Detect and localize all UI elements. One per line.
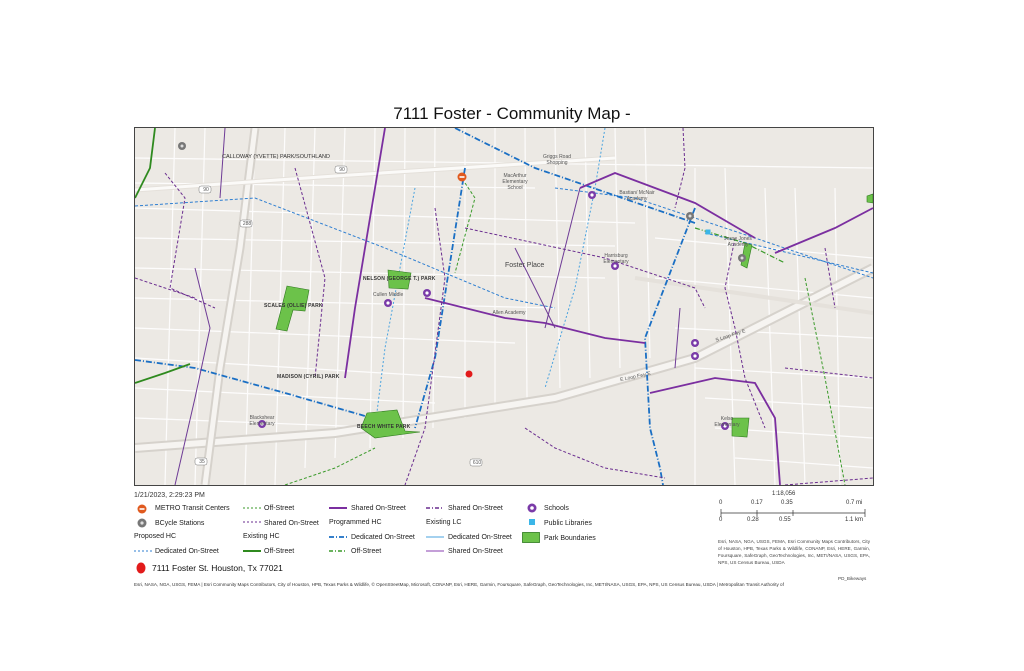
legend-shared-1: Shared On-Street xyxy=(264,520,319,527)
label-cullen: Cullen Middle xyxy=(373,292,404,298)
legend-existing-lc: Existing LC xyxy=(426,519,462,526)
legend-offstreet-1: Off-Street xyxy=(264,505,295,512)
legend-metro: METRO Transit Centers xyxy=(155,505,230,512)
scale-ratio: 1:18,056 xyxy=(772,491,796,497)
legend-bcycle: BCycle Stations xyxy=(155,520,205,527)
shared-dashdot-swatch xyxy=(426,507,444,509)
attribution-right: Esri, NASA, NGA, USGS, FEMA, Esri Commun… xyxy=(718,539,870,565)
scale-km-1: 0.28 xyxy=(747,517,759,523)
label-nelson-park: NELSON (GEORGE T.) PARK xyxy=(363,276,436,282)
park-edge xyxy=(866,193,873,204)
scale-mi-2: 0.35 xyxy=(781,500,793,506)
label-macarthur: MacArthur Elementary School xyxy=(502,173,528,191)
label-hwy-90-b: 90 xyxy=(339,167,345,173)
address-marker[interactable] xyxy=(465,370,473,378)
label-harrisburg: Harrisburg Elementary xyxy=(603,253,629,265)
label-calloway-park: CALLOWAY (YVETTE) PARK/SOUTHLAND xyxy=(222,154,330,160)
timestamp: 1/21/2023, 2:29:23 PM xyxy=(134,492,205,499)
legend-proposed-hc: Proposed HC xyxy=(134,533,177,540)
label-hwy-35: 35 xyxy=(199,459,205,465)
legend-existing-lc-shared: Shared On-Street xyxy=(448,548,503,555)
label-madison-park: MADISON (CYRIL) PARK xyxy=(277,374,340,380)
library-legend-icon xyxy=(529,519,535,525)
bcycle-icon xyxy=(178,142,186,150)
bcycle-icon xyxy=(738,254,746,262)
legend-parks: Park Boundaries xyxy=(544,535,596,542)
label-beech-white-park: BEECH WHITE PARK xyxy=(357,424,411,430)
label-griggs: Griggs Road Shopping xyxy=(542,154,572,166)
school-icon xyxy=(423,289,431,297)
school-icon xyxy=(691,339,699,347)
legend-shared-2: Shared On-Street xyxy=(351,505,406,512)
label-blackshear: Blackshear Elementary xyxy=(249,415,275,427)
scale-km-2: 0.55 xyxy=(779,517,791,523)
address-legend-icon xyxy=(136,562,146,574)
existing-lc-dedicated-swatch xyxy=(426,536,444,538)
pd-bikeways-label: PD_Bikeways xyxy=(838,576,867,581)
park-legend-swatch xyxy=(522,532,540,543)
legend-existing-lc-dedicated: Dedicated On-Street xyxy=(448,534,512,541)
legend-libraries: Public Libraries xyxy=(544,520,592,527)
metro-transit-center-icon xyxy=(457,172,467,182)
existing-offstreet-swatch xyxy=(243,550,261,552)
metro-legend-icon xyxy=(137,504,147,514)
legend-existing-hc: Existing HC xyxy=(243,533,280,540)
scale-mi-1: 0.17 xyxy=(751,500,763,506)
label-allen: Allen Academy xyxy=(492,310,526,316)
scale-mi-3: 0.7 mi xyxy=(846,500,863,506)
label-jesse-jones: Jesse Jones Academy xyxy=(724,236,752,248)
legend-programmed-hc: Programmed HC xyxy=(329,519,382,526)
scale-km-3: 1.1 km xyxy=(845,517,864,523)
legend-address: 7111 Foster St. Houston, Tx 77021 xyxy=(152,563,283,573)
map-title: 7111 Foster - Community Map - xyxy=(393,104,631,123)
legend-programmed-dedicated: Dedicated On-Street xyxy=(351,534,415,541)
map-frame[interactable]: CALLOWAY (YVETTE) PARK/SOUTHLAND NELSON … xyxy=(134,127,874,486)
legend-proposed-dedicated: Dedicated On-Street xyxy=(155,548,219,555)
school-icon xyxy=(588,191,596,199)
public-library-icon xyxy=(705,229,711,235)
programmed-dedicated-swatch xyxy=(329,536,347,538)
legend-existing-offstreet: Off-Street xyxy=(264,548,295,555)
school-icon xyxy=(384,299,392,307)
label-hwy-90: 90 xyxy=(203,187,209,193)
bcycle-legend-icon xyxy=(137,518,147,528)
label-foster-place: Foster Place xyxy=(505,262,545,269)
scale-mi-0: 0 xyxy=(719,500,723,506)
label-mcnair: Bastian/ McNair Academy xyxy=(619,190,655,202)
proposed-dedicated-swatch xyxy=(134,550,152,552)
label-hwy-610: 610 xyxy=(472,460,482,466)
legend-shared-3: Shared On-Street xyxy=(448,505,503,512)
bcycle-icon xyxy=(686,212,694,220)
scale-km-0: 0 xyxy=(719,517,723,523)
label-scales-park: SCALES (OLLIE) PARK xyxy=(264,303,323,309)
school-icon xyxy=(691,352,699,360)
programmed-offstreet-swatch xyxy=(329,550,347,552)
school-legend-icon xyxy=(527,503,537,513)
existing-lc-shared-swatch xyxy=(426,550,444,552)
label-hwy-288: 288 xyxy=(242,221,252,227)
offstreet-swatch xyxy=(243,507,261,509)
legend-schools: Schools xyxy=(544,505,569,512)
legend-programmed-offstreet: Off-Street xyxy=(351,548,382,555)
label-kelso: Kelso Elementary xyxy=(714,416,740,428)
shared-solid-swatch xyxy=(329,507,347,509)
attribution-footer: Esri, NASA, NGA, USGS, FEMA | Esri Commu… xyxy=(134,582,784,587)
shared-dashed-swatch xyxy=(243,521,261,523)
